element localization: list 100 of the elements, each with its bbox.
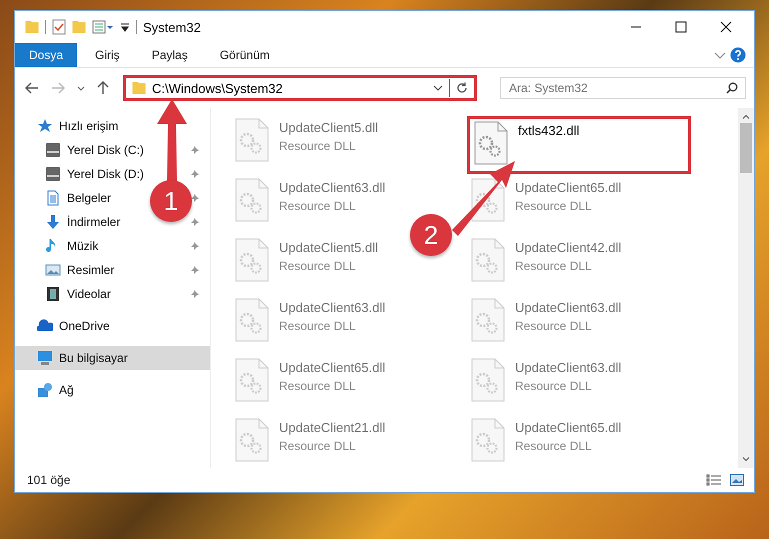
file-type: Resource DLL — [279, 199, 357, 213]
sidebar-item[interactable]: Bu bilgisayar — [15, 346, 210, 370]
file-type: Resource DLL — [279, 139, 357, 153]
up-arrow-icon[interactable] — [97, 81, 109, 95]
star-icon — [37, 118, 53, 134]
sidebar-item[interactable]: Belgeler — [45, 186, 112, 210]
close-icon[interactable] — [720, 21, 732, 33]
window-title: System32 — [143, 20, 201, 34]
sidebar-item[interactable]: Yerel Disk (D:) — [45, 162, 144, 186]
maximize-icon[interactable] — [675, 21, 687, 33]
item-count: 101 öğe — [27, 473, 70, 487]
drive-icon — [45, 142, 61, 158]
folder-icon — [132, 82, 146, 94]
file-item[interactable]: UpdateClient5.dll Resource DLL — [231, 236, 382, 294]
file-type: Resource DLL — [515, 319, 593, 333]
address-path: C:\Windows\System32 — [152, 80, 284, 96]
sidebar-item[interactable]: İndirmeler — [45, 210, 120, 234]
file-type: Resource DLL — [279, 259, 357, 273]
file-name: UpdateClient21.dll — [279, 420, 386, 435]
file-type: Resource DLL — [279, 379, 357, 393]
drive-icon — [45, 166, 61, 182]
file-type: Resource DLL — [515, 379, 593, 393]
checklist-icon[interactable] — [52, 19, 66, 35]
scroll-up-icon[interactable] — [742, 114, 750, 119]
file-item[interactable]: UpdateClient65.dll Resource DLL — [231, 356, 390, 414]
gear-file-icon — [235, 358, 269, 402]
network-icon — [37, 382, 53, 398]
gear-file-icon — [471, 358, 505, 402]
ribbon-tab[interactable]: Dosya — [15, 43, 78, 67]
chevron-down-icon[interactable] — [433, 85, 443, 91]
pin-icon[interactable] — [190, 169, 200, 179]
scrollbar[interactable] — [738, 108, 754, 468]
ribbon-tab[interactable]: Görünüm — [206, 43, 284, 67]
file-name: fxtls432.dll — [518, 123, 580, 138]
download-icon — [45, 214, 61, 230]
gear-file-icon — [471, 298, 505, 342]
scroll-down-icon[interactable] — [742, 457, 750, 462]
file-item[interactable]: UpdateClient63.dll Resource DLL — [467, 356, 626, 414]
file-item[interactable]: UpdateClient65.dll Resource DLL — [467, 416, 626, 474]
file-item[interactable]: fxtls432.dll — [467, 116, 691, 174]
sidebar-item[interactable]: OneDrive — [37, 314, 110, 338]
gear-file-icon — [474, 121, 508, 165]
file-name: UpdateClient5.dll — [279, 240, 378, 255]
dropdown-icon[interactable] — [120, 22, 130, 32]
file-name: UpdateClient63.dll — [515, 300, 622, 315]
gear-file-icon — [471, 418, 505, 462]
sidebar-item[interactable]: Videolar — [45, 282, 111, 306]
pin-icon[interactable] — [190, 265, 200, 275]
pin-icon[interactable] — [190, 145, 200, 155]
file-name: UpdateClient65.dll — [515, 420, 622, 435]
sidebar-item[interactable]: Müzik — [45, 234, 98, 258]
gear-file-icon — [471, 238, 505, 282]
file-type: Resource DLL — [515, 259, 593, 273]
address-bar[interactable]: C:\Windows\System32 — [123, 75, 477, 101]
scroll-thumb[interactable] — [740, 123, 752, 173]
gear-file-icon — [235, 118, 269, 162]
gear-file-icon — [235, 178, 269, 222]
gear-file-icon — [235, 418, 269, 462]
search-field[interactable]: Ara: System32 — [500, 77, 746, 99]
file-type: Resource DLL — [279, 319, 357, 333]
pin-icon[interactable] — [190, 217, 200, 227]
pin-icon[interactable] — [190, 241, 200, 251]
file-item[interactable]: UpdateClient5.dll Resource DLL — [231, 116, 382, 174]
pin-icon[interactable] — [190, 193, 200, 203]
file-type: Resource DLL — [515, 439, 593, 453]
computer-icon — [37, 350, 53, 366]
sidebar-item[interactable]: Ağ — [37, 378, 74, 402]
large-icons-view-icon[interactable] — [730, 474, 744, 486]
minimize-icon[interactable] — [630, 26, 642, 28]
sidebar-item[interactable]: Yerel Disk (C:) — [45, 138, 144, 162]
help-icon[interactable] — [730, 47, 746, 63]
ribbon-tab[interactable]: Giriş — [81, 43, 134, 67]
refresh-icon[interactable] — [456, 82, 468, 94]
gear-file-icon — [235, 238, 269, 282]
sidebar-item[interactable]: Hızlı erişim — [37, 114, 118, 138]
search-icon — [726, 82, 738, 94]
file-item[interactable]: UpdateClient63.dll Resource DLL — [231, 296, 390, 354]
sidebar-item[interactable]: Resimler — [45, 258, 114, 282]
file-item[interactable]: UpdateClient42.dll Resource DLL — [467, 236, 626, 294]
file-name: UpdateClient63.dll — [279, 300, 386, 315]
file-name: UpdateClient5.dll — [279, 120, 378, 135]
file-type: Resource DLL — [515, 199, 593, 213]
file-name: UpdateClient63.dll — [279, 180, 386, 195]
file-name: UpdateClient63.dll — [515, 360, 622, 375]
file-name: UpdateClient65.dll — [279, 360, 386, 375]
file-item[interactable]: UpdateClient21.dll Resource DLL — [231, 416, 390, 474]
gear-file-icon — [235, 298, 269, 342]
file-item[interactable]: UpdateClient63.dll Resource DLL — [231, 176, 390, 234]
pin-icon[interactable] — [190, 289, 200, 299]
ribbon-tab[interactable]: Paylaş — [138, 43, 202, 67]
file-name: UpdateClient42.dll — [515, 240, 622, 255]
chevron-down-icon[interactable] — [77, 86, 85, 90]
properties-icon[interactable] — [92, 20, 114, 34]
doc-icon — [45, 190, 61, 206]
picture-icon — [45, 262, 61, 278]
cloud-icon — [37, 318, 53, 334]
file-name: UpdateClient65.dll — [515, 180, 622, 195]
file-item[interactable]: UpdateClient63.dll Resource DLL — [467, 296, 626, 354]
back-arrow-icon[interactable] — [25, 82, 39, 94]
details-view-icon[interactable] — [706, 474, 722, 486]
